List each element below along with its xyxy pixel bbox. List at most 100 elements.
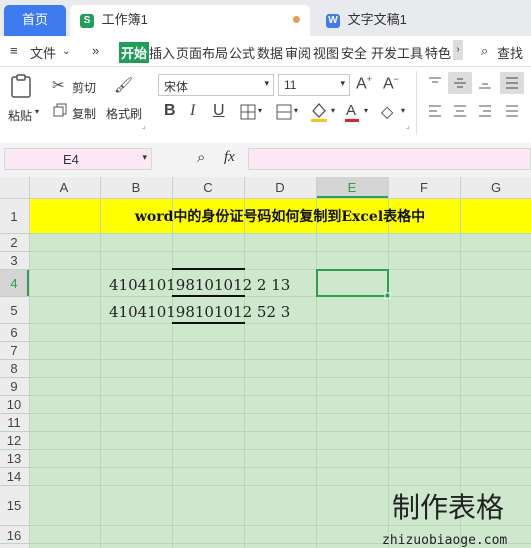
zoom-lookup-icon[interactable]: ⌕ (197, 149, 205, 166)
tab-document[interactable]: W 文字文稿1 (316, 5, 531, 36)
name-box-value: E4 (63, 152, 79, 167)
format-painter-icon[interactable]: 🖌 (114, 76, 133, 94)
menu-insert[interactable]: 插入 (149, 43, 175, 62)
column-header-bar (0, 177, 531, 198)
search-label[interactable]: 查找 (497, 43, 523, 62)
font-name-select[interactable]: 宋体 ▾ (158, 74, 274, 96)
row-header-8[interactable]: 8 (10, 361, 17, 376)
row-header-10[interactable]: 10 (7, 397, 21, 412)
column-header-a[interactable]: A (60, 180, 69, 195)
row-header-4[interactable]: 4 (10, 276, 17, 291)
chevron-down-icon[interactable]: ▾ (401, 106, 405, 115)
function-icon[interactable]: fx (224, 149, 235, 166)
menu-page-layout[interactable]: 页面布局 (176, 43, 228, 62)
clipboard-launcher-icon[interactable]: ⌟ (142, 121, 146, 130)
chevron-down-icon[interactable]: ⌄ (62, 46, 70, 57)
svg-text:A: A (346, 102, 356, 119)
row-header-16[interactable]: 16 (7, 528, 21, 543)
row-header-11[interactable]: 11 (7, 415, 21, 430)
unsaved-dot-icon (293, 16, 300, 23)
active-row-marker (27, 269, 29, 296)
copy-button[interactable]: 复制 (72, 105, 96, 122)
menu-special[interactable]: 特色 (425, 43, 451, 62)
cut-button[interactable]: 剪切 (72, 79, 96, 96)
formula-input[interactable] (248, 148, 531, 170)
copy-icon[interactable] (53, 103, 67, 117)
format-painter-button[interactable]: 格式刷 (106, 105, 142, 122)
increase-font-icon[interactable]: A+ (356, 74, 372, 93)
eraser-icon[interactable]: ◇ (381, 102, 393, 122)
name-box[interactable]: E4 ▾ (4, 148, 152, 170)
align-left-icon[interactable] (428, 104, 442, 118)
wrap-text-icon (506, 77, 518, 89)
font-size-select[interactable]: 11 ▾ (278, 74, 350, 96)
align-bottom-icon[interactable] (478, 76, 492, 90)
chevron-down-icon[interactable]: ▾ (294, 106, 298, 115)
paste-dropdown-icon[interactable]: ▾ (35, 107, 39, 116)
column-header-g[interactable]: G (491, 180, 501, 195)
file-menu[interactable]: 文件 (30, 43, 56, 62)
row-header-5[interactable]: 5 (10, 303, 17, 318)
fill-handle[interactable] (384, 292, 391, 299)
tab-document-label: 文字文稿1 (347, 12, 407, 27)
menu-developer[interactable]: 开发工具 (371, 43, 423, 62)
row-header-1[interactable]: 1 (10, 209, 17, 224)
column-header-c[interactable]: C (203, 180, 212, 195)
borders-icon[interactable] (240, 104, 256, 120)
paste-icon[interactable] (10, 74, 32, 98)
column-header-e[interactable]: E (348, 180, 357, 195)
chevron-down-icon: ▾ (340, 78, 345, 88)
row-header-15[interactable]: 15 (7, 498, 21, 513)
align-right-icon[interactable] (478, 104, 492, 118)
menu-review[interactable]: 审阅 (285, 43, 311, 62)
align-middle-button[interactable] (448, 72, 472, 94)
wrap-text-button[interactable] (500, 72, 524, 94)
menu-scroll-right-icon[interactable]: › (453, 40, 463, 60)
row4-cell-text: 410410198101012 2 13 (109, 276, 290, 294)
search-icon[interactable]: ⌕ (481, 43, 488, 59)
merge-cells-icon[interactable] (276, 104, 292, 120)
font-size-value: 11 (284, 78, 297, 92)
more-menus-icon[interactable]: » (92, 43, 99, 58)
hamburger-icon[interactable]: ≡ (10, 43, 18, 58)
menu-security[interactable]: 安全 (341, 43, 367, 62)
menu-view[interactable]: 视图 (313, 43, 339, 62)
bold-icon[interactable]: B (164, 102, 176, 120)
menu-formula[interactable]: 公式 (229, 43, 255, 62)
menu-data[interactable]: 数据 (257, 43, 283, 62)
scissors-icon[interactable]: ✂ (52, 76, 65, 94)
align-top-icon[interactable] (428, 76, 442, 90)
window-tab-bar: 首页 S 工作簿1 W 文字文稿1 (0, 0, 531, 36)
tab-workbook[interactable]: S 工作簿1 (70, 5, 310, 36)
justify-icon[interactable] (505, 104, 519, 118)
font-color-icon[interactable]: A (344, 101, 360, 123)
tab-home[interactable]: 首页 (4, 5, 66, 36)
decrease-font-icon[interactable]: A− (383, 74, 399, 93)
font-launcher-icon[interactable]: ⌟ (406, 121, 410, 130)
row-header-3[interactable]: 3 (10, 253, 17, 268)
underline-icon[interactable]: U (213, 102, 225, 120)
watermark-url: zhizuobiaoge.com (382, 533, 507, 548)
chevron-down-icon[interactable]: ▾ (331, 106, 335, 115)
chevron-down-icon[interactable]: ▾ (364, 106, 368, 115)
column-header-d[interactable]: D (275, 180, 284, 195)
ribbon-toolbar: 粘贴 ▾ ✂ 剪切 复制 🖌 格式刷 ⌟ 宋体 ▾ 11 ▾ A+ A− B I… (0, 67, 531, 144)
fill-color-icon[interactable] (310, 101, 328, 123)
menu-start[interactable]: 开始 (119, 42, 150, 63)
row-header-9[interactable]: 9 (10, 379, 17, 394)
paste-button[interactable]: 粘贴 (8, 107, 32, 124)
row-header-13[interactable]: 13 (7, 451, 21, 466)
italic-icon[interactable]: I (190, 102, 195, 120)
column-header-b[interactable]: B (132, 180, 141, 195)
row-header-14[interactable]: 14 (7, 469, 21, 484)
spreadsheet-grid[interactable]: A B C D E F G 1 2 3 4 5 6 7 8 9 10 11 12… (0, 177, 531, 548)
column-header-f[interactable]: F (420, 180, 428, 195)
row-header-6[interactable]: 6 (10, 325, 17, 340)
align-center-icon[interactable] (453, 104, 467, 118)
row-header-12[interactable]: 12 (7, 433, 21, 448)
row-header-2[interactable]: 2 (10, 235, 17, 250)
row-header-7[interactable]: 7 (10, 343, 17, 358)
chevron-down-icon[interactable]: ▾ (258, 106, 262, 115)
tab-workbook-label: 工作簿1 (101, 12, 148, 27)
font-color-swatch (345, 119, 359, 122)
